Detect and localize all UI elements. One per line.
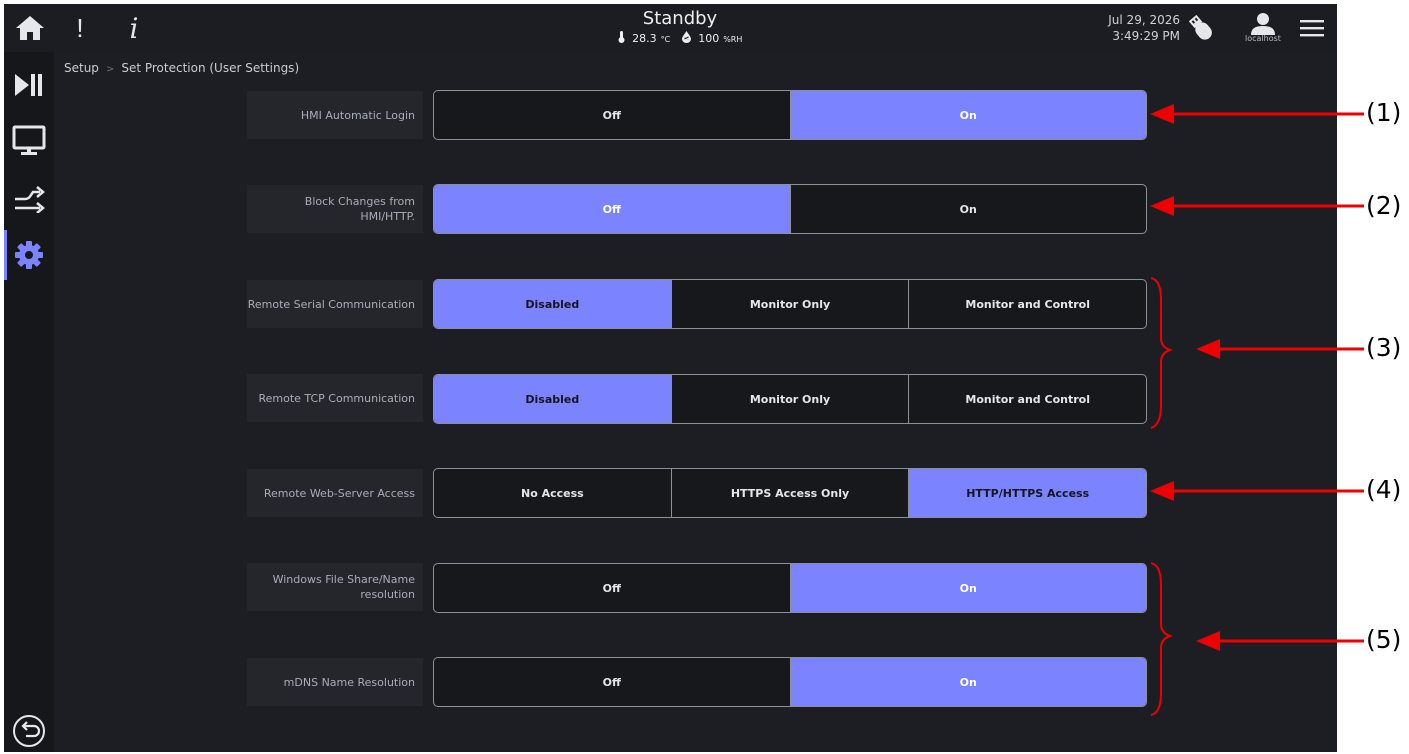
- menu-button[interactable]: [1294, 10, 1330, 46]
- segmented-control-block-changes: Off On: [433, 184, 1147, 234]
- info-button[interactable]: i: [116, 10, 152, 46]
- hmi-screen: ! i Standby 28.3 °C 100 %RH Jul 29, 2026…: [4, 4, 1337, 752]
- option-disabled[interactable]: Disabled: [434, 375, 672, 423]
- temperature-unit: °C: [660, 35, 671, 44]
- option-https-only[interactable]: HTTPS Access Only: [672, 469, 910, 517]
- setting-label: mDNS Name Resolution: [247, 658, 423, 706]
- setting-label: Windows File Share/Name resolution: [247, 563, 423, 611]
- option-monitor-only[interactable]: Monitor Only: [672, 280, 910, 328]
- annotation-label-3: (3): [1366, 333, 1402, 362]
- sidebar-item-settings[interactable]: [4, 232, 54, 278]
- option-monitor-only[interactable]: Monitor Only: [672, 375, 910, 423]
- annotation-label-5: (5): [1366, 625, 1402, 654]
- option-off[interactable]: Off: [434, 185, 791, 233]
- option-on[interactable]: On: [790, 91, 1146, 139]
- monitor-icon: [12, 125, 46, 155]
- segmented-control-file-share: Off On: [433, 563, 1147, 613]
- chevron-right-icon: >: [105, 64, 115, 75]
- user-icon: [1251, 13, 1275, 35]
- status-title: Standby: [642, 8, 718, 29]
- segmented-control-mdns: Off On: [433, 657, 1147, 707]
- setting-label: Remote Web-Server Access: [247, 469, 423, 517]
- usb-drive-icon: [1188, 14, 1212, 40]
- sidebar-item-run[interactable]: [4, 62, 54, 108]
- segmented-control-web-server: No Access HTTPS Access Only HTTP/HTTPS A…: [433, 468, 1147, 518]
- segmented-control-remote-serial: Disabled Monitor Only Monitor and Contro…: [433, 279, 1147, 329]
- date-text: Jul 29, 2026: [1108, 13, 1180, 27]
- usb-button[interactable]: [1182, 10, 1220, 46]
- option-no-access[interactable]: No Access: [434, 469, 672, 517]
- humidity-unit: %RH: [723, 35, 743, 44]
- option-off[interactable]: Off: [434, 564, 791, 612]
- user-name: localhost: [1245, 34, 1281, 43]
- status-readings: 28.3 °C 100 %RH: [530, 31, 830, 48]
- info-icon: i: [129, 11, 139, 45]
- option-on[interactable]: On: [791, 185, 1147, 233]
- user-button[interactable]: localhost: [1240, 10, 1286, 46]
- alert-button[interactable]: !: [62, 10, 98, 46]
- sidebar-item-display[interactable]: [4, 118, 54, 164]
- option-disabled[interactable]: Disabled: [434, 280, 672, 328]
- humidity-value: 100: [698, 32, 720, 45]
- option-off[interactable]: Off: [434, 91, 791, 139]
- home-icon: [16, 16, 44, 40]
- sidebar-item-back[interactable]: [4, 708, 54, 752]
- annotation-label-2: (2): [1366, 191, 1402, 220]
- humidity-reading: 100 %RH: [681, 31, 743, 45]
- status-block: Standby 28.3 °C 100 %RH: [530, 8, 830, 48]
- option-on[interactable]: On: [790, 564, 1146, 612]
- option-off[interactable]: Off: [434, 658, 791, 706]
- sidebar: [4, 52, 54, 752]
- home-button[interactable]: [10, 10, 50, 46]
- sidebar-item-transfer[interactable]: [4, 176, 54, 222]
- setting-label: HMI Automatic Login: [247, 91, 423, 139]
- setting-label: Remote Serial Communication: [247, 280, 423, 328]
- time-text: 3:49:29 PM: [1112, 29, 1180, 43]
- back-icon: [13, 715, 45, 747]
- datetime: Jul 29, 2026 3:49:29 PM: [1080, 12, 1180, 44]
- exclamation-icon: !: [76, 12, 84, 43]
- option-on[interactable]: On: [790, 658, 1146, 706]
- annotation-label-4: (4): [1366, 475, 1402, 504]
- play-pause-icon: [15, 74, 42, 96]
- top-bar: ! i Standby 28.3 °C 100 %RH Jul 29, 2026…: [4, 4, 1337, 52]
- setting-label: Remote TCP Communication: [247, 374, 423, 422]
- segmented-control-hmi-login: Off On: [433, 90, 1147, 140]
- setting-label: Block Changes from HMI/HTTP.: [247, 185, 423, 233]
- breadcrumb-current: Set Protection (User Settings): [121, 61, 300, 75]
- annotation-label-1: (1): [1366, 98, 1402, 127]
- option-monitor-and-control[interactable]: Monitor and Control: [909, 375, 1146, 423]
- option-monitor-and-control[interactable]: Monitor and Control: [909, 280, 1146, 328]
- humidity-icon: [681, 31, 691, 43]
- temperature-reading: 28.3 °C: [618, 31, 674, 45]
- temperature-value: 28.3: [632, 32, 657, 45]
- option-http-https[interactable]: HTTP/HTTPS Access: [909, 469, 1146, 517]
- hamburger-menu-icon: [1300, 20, 1324, 37]
- segmented-control-remote-tcp: Disabled Monitor Only Monitor and Contro…: [433, 374, 1147, 424]
- thermometer-icon: [618, 31, 625, 43]
- breadcrumb-root[interactable]: Setup: [64, 61, 99, 75]
- breadcrumb: Setup > Set Protection (User Settings): [64, 61, 299, 75]
- gear-icon: [15, 241, 43, 269]
- transfer-icon: [15, 186, 45, 213]
